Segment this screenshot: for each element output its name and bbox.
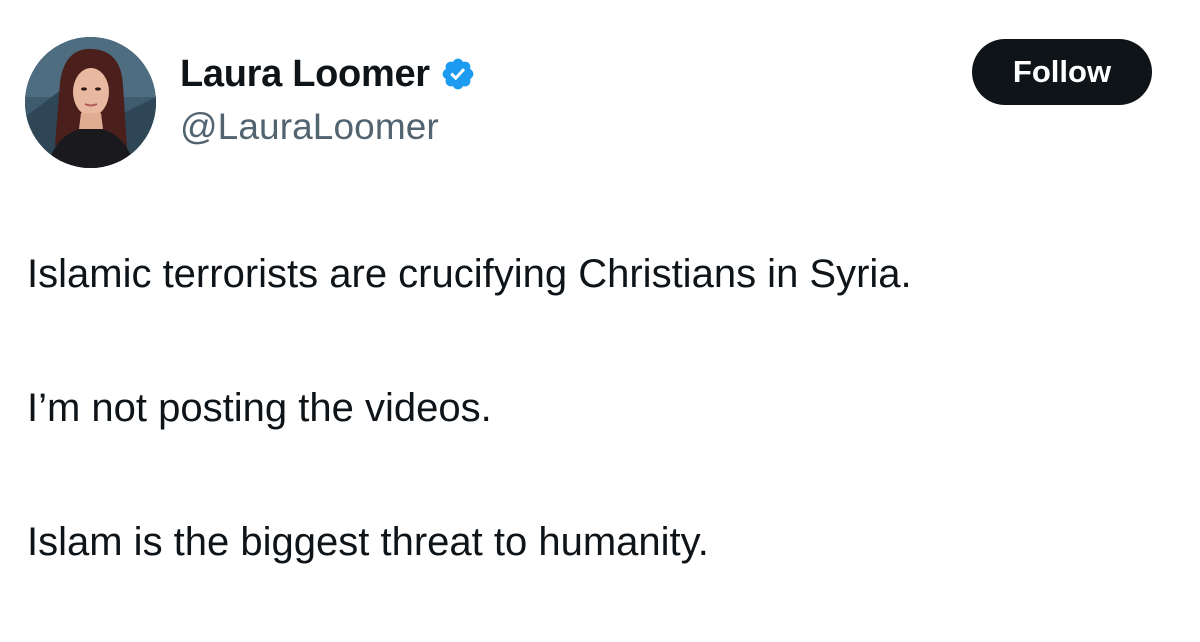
author-name-row: Laura Loomer [180, 52, 476, 96]
tweet-text-line: Islamic terrorists are crucifying Christ… [27, 252, 912, 296]
author-info: Laura Loomer @LauraLoomer [180, 52, 476, 148]
follow-button[interactable]: Follow [972, 39, 1152, 105]
verified-badge-icon[interactable] [440, 56, 476, 92]
author-handle[interactable]: @LauraLoomer [180, 106, 476, 148]
profile-photo [25, 37, 156, 168]
author-display-name[interactable]: Laura Loomer [180, 53, 430, 96]
tweet-text: Islamic terrorists are crucifying Christ… [27, 246, 1177, 570]
tweet-card: Laura Loomer @LauraLoomer Follow Islamic… [0, 0, 1200, 642]
tweet-text-line: Islam is the biggest threat to humanity. [27, 520, 709, 564]
avatar[interactable] [25, 37, 156, 168]
tweet-text-line: I’m not posting the videos. [27, 386, 492, 430]
